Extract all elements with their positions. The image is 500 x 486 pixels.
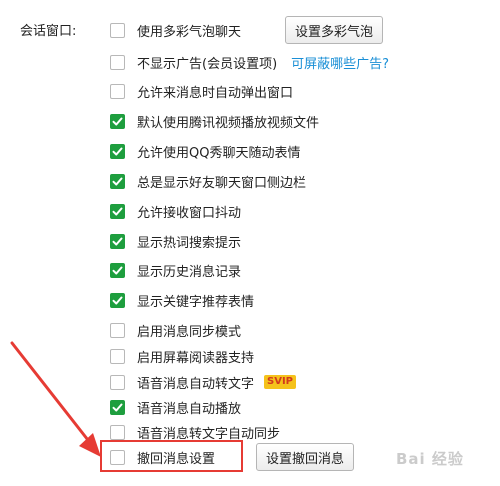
annotation-arrow-icon — [10, 341, 101, 457]
watermark: Bai 经验 — [396, 450, 464, 468]
